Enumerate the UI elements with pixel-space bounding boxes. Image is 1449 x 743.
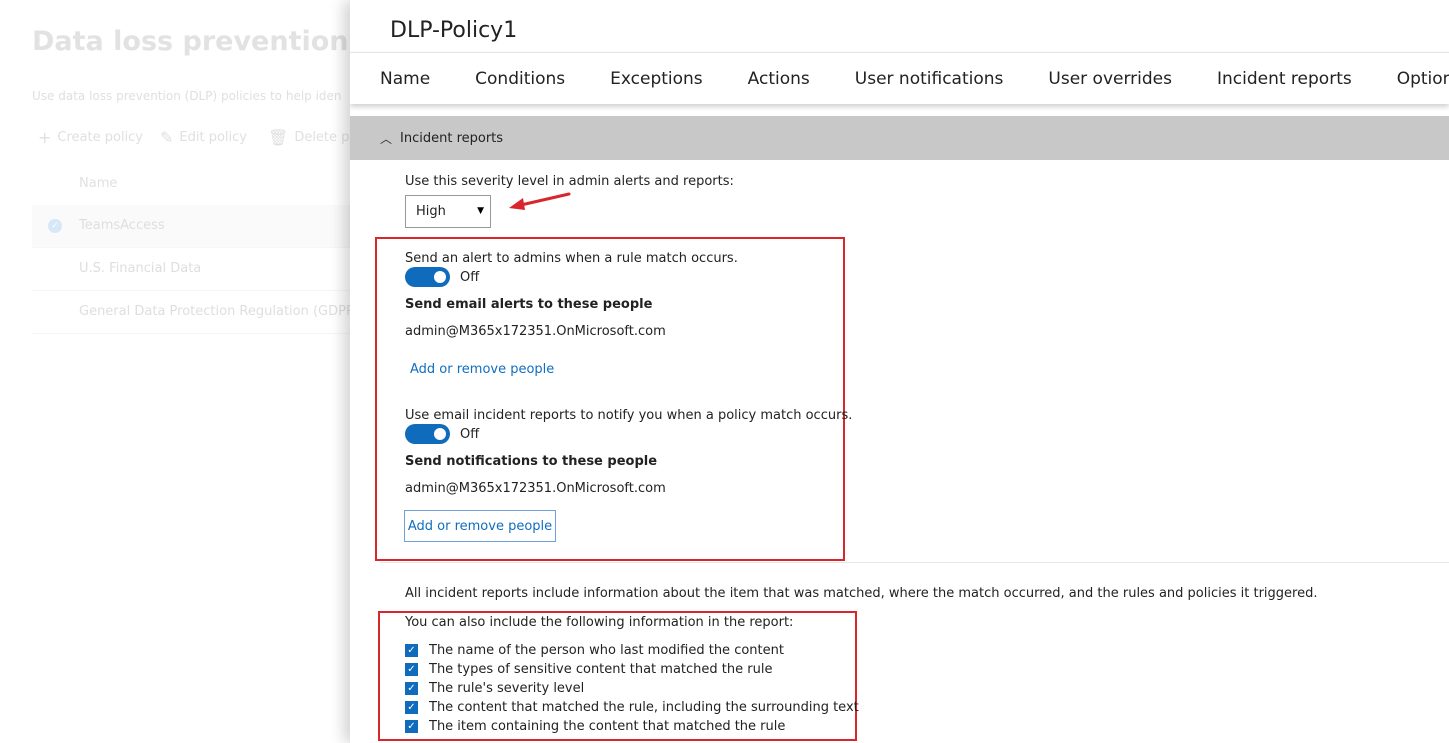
incident-toggle-text: Off xyxy=(460,427,480,442)
table-row[interactable]: General Data Protection Regulation (GDPR xyxy=(32,291,362,334)
page-title: Data loss prevention xyxy=(32,26,349,57)
pencil-icon: ✎ xyxy=(160,128,174,147)
trash-icon: 🗑 xyxy=(268,128,289,147)
selected-check-icon: ✓ xyxy=(48,219,62,233)
create-policy-label: Create policy xyxy=(57,130,144,145)
alert-toggle-text: Off xyxy=(460,270,480,285)
row-name: TeamsAccess xyxy=(79,218,165,233)
chevron-up-icon: ︿ xyxy=(380,131,393,146)
create-policy-button[interactable]: + Create policy xyxy=(38,128,143,147)
alert-add-remove-people-link[interactable]: Add or remove people xyxy=(410,362,554,377)
tab-user-notifications[interactable]: User notifications xyxy=(855,69,1004,89)
report-option-checkbox[interactable]: ✓ The name of the person who last modifi… xyxy=(405,641,784,659)
report-option-label: The name of the person who last modified… xyxy=(429,642,784,658)
report-option-label: The content that matched the rule, inclu… xyxy=(429,699,859,715)
dropdown-caret-icon: ▼ xyxy=(477,206,484,216)
report-option-checkbox[interactable]: ✓ The rule's severity level xyxy=(405,679,584,697)
toggle-knob xyxy=(434,428,446,440)
report-option-label: The rule's severity level xyxy=(429,680,585,696)
divider xyxy=(380,562,1449,563)
delete-policy-label: Delete po xyxy=(294,130,358,145)
alert-recipients-heading: Send email alerts to these people xyxy=(405,297,653,312)
report-option-checkbox[interactable]: ✓ The item containing the content that m… xyxy=(405,717,785,735)
tab-name[interactable]: Name xyxy=(380,69,430,89)
row-name: U.S. Financial Data xyxy=(79,261,202,276)
report-option-checkbox[interactable]: ✓ The types of sensitive content that ma… xyxy=(405,660,772,678)
panel-title: DLP-Policy1 xyxy=(390,18,518,43)
include-label: You can also include the following infor… xyxy=(405,615,794,630)
severity-select[interactable]: High ▼ xyxy=(405,195,491,228)
alert-recipient: admin@M365x172351.OnMicrosoft.com xyxy=(405,324,666,339)
incident-label: Use email incident reports to notify you… xyxy=(405,408,853,423)
incident-add-remove-people-button[interactable]: Add or remove people xyxy=(404,510,556,542)
delete-policy-button[interactable]: 🗑 Delete po xyxy=(268,128,357,147)
edit-policy-label: Edit policy xyxy=(179,130,247,145)
table-row[interactable]: ✓ TeamsAccess xyxy=(32,205,362,248)
plus-icon: + xyxy=(38,128,52,147)
severity-value: High xyxy=(416,204,446,219)
red-arrow-annotation xyxy=(509,192,571,210)
column-header-name[interactable]: Name xyxy=(79,176,117,191)
tab-bar: Name Conditions Exceptions Actions User … xyxy=(350,52,1449,104)
page-description: Use data loss prevention (DLP) policies … xyxy=(32,89,342,103)
tab-incident-reports[interactable]: Incident reports xyxy=(1217,69,1352,89)
tab-user-overrides[interactable]: User overrides xyxy=(1048,69,1172,89)
info-text: All incident reports include information… xyxy=(405,586,1318,601)
tab-actions[interactable]: Actions xyxy=(748,69,810,89)
checkbox-checked-icon: ✓ xyxy=(405,719,418,733)
section-title: Incident reports xyxy=(400,130,504,146)
toggle-knob xyxy=(434,271,446,283)
edit-policy-button[interactable]: ✎ Edit policy xyxy=(160,128,247,147)
tab-options[interactable]: Options xyxy=(1397,69,1449,89)
checkbox-checked-icon: ✓ xyxy=(405,662,418,676)
incident-reports-section-header[interactable]: ︿ Incident reports xyxy=(350,116,1449,160)
table-row[interactable]: U.S. Financial Data xyxy=(32,248,362,291)
checkbox-checked-icon: ✓ xyxy=(405,700,418,714)
severity-label: Use this severity level in admin alerts … xyxy=(405,174,734,189)
tab-conditions[interactable]: Conditions xyxy=(475,69,565,89)
report-option-label: The types of sensitive content that matc… xyxy=(429,661,773,677)
row-name: General Data Protection Regulation (GDPR xyxy=(79,304,356,319)
report-option-label: The item containing the content that mat… xyxy=(429,718,786,734)
policy-panel: DLP-Policy1 Name Conditions Exceptions A… xyxy=(350,0,1449,743)
incident-toggle[interactable] xyxy=(405,424,450,444)
alert-toggle[interactable] xyxy=(405,267,450,287)
incident-recipients-heading: Send notifications to these people xyxy=(405,454,658,469)
checkbox-checked-icon: ✓ xyxy=(405,681,418,695)
alert-label: Send an alert to admins when a rule matc… xyxy=(405,251,738,266)
tab-exceptions[interactable]: Exceptions xyxy=(610,69,703,89)
incident-recipient: admin@M365x172351.OnMicrosoft.com xyxy=(405,481,666,496)
report-option-checkbox[interactable]: ✓ The content that matched the rule, inc… xyxy=(405,698,859,716)
checkbox-checked-icon: ✓ xyxy=(405,643,418,657)
